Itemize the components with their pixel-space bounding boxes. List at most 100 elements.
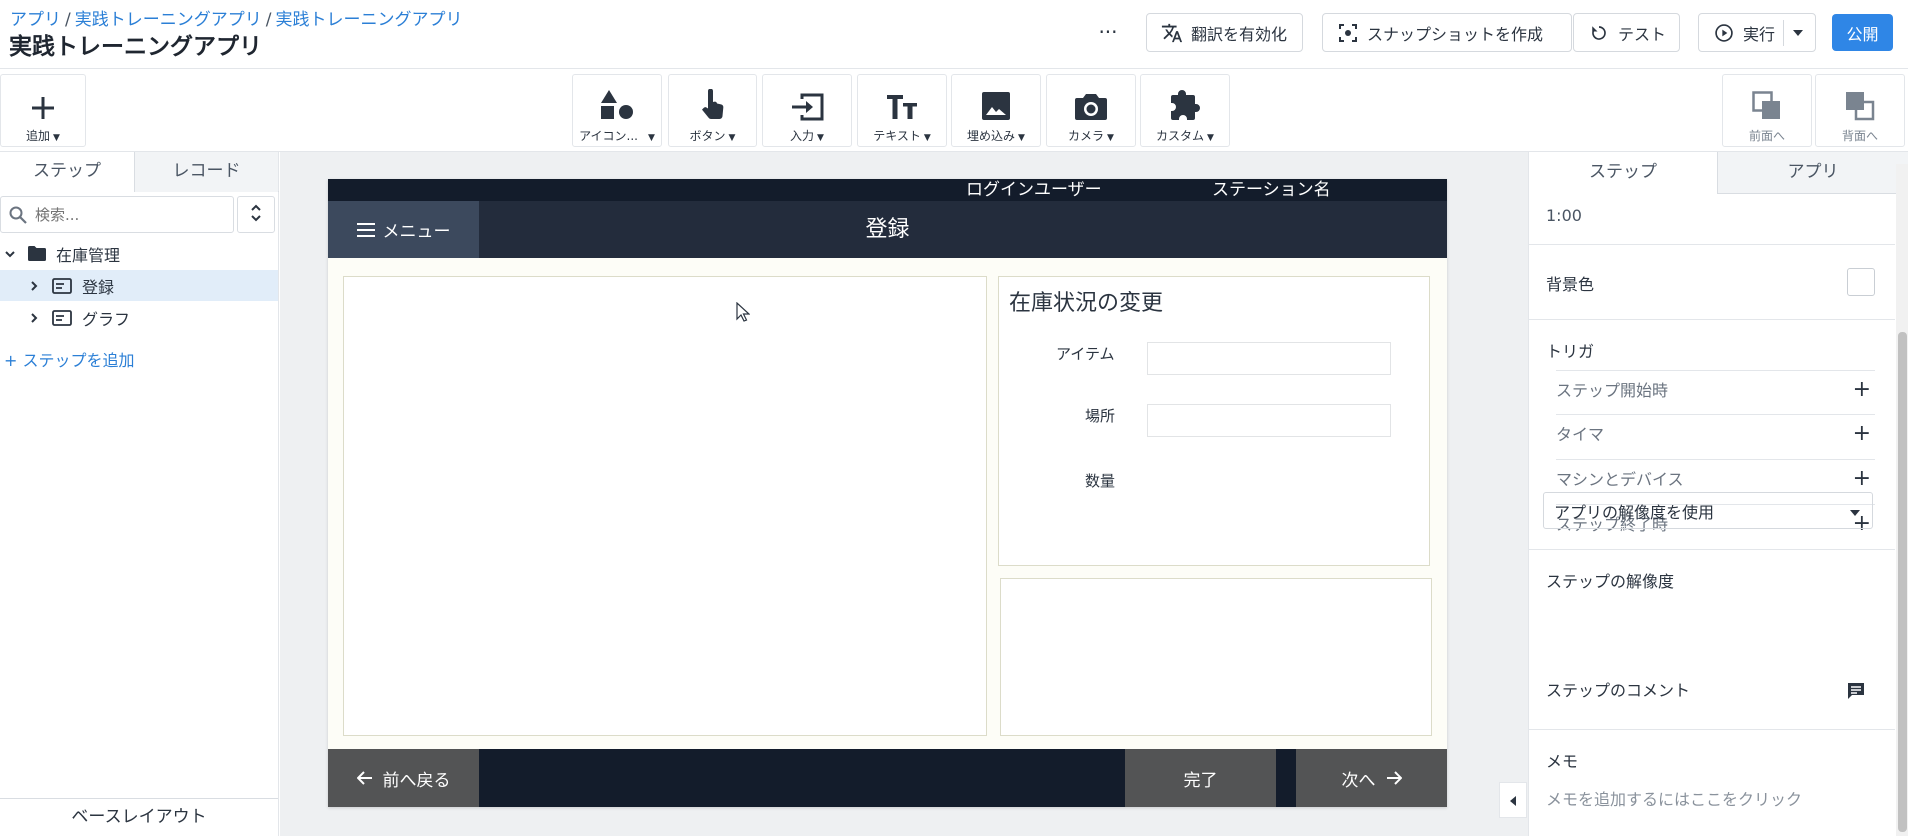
resolution-select[interactable]: アプリの解像度を使用	[1543, 492, 1873, 529]
run-dropdown-caret-icon[interactable]	[1792, 14, 1804, 51]
chevron-down-icon	[1850, 501, 1860, 520]
app-root: アプリ / 実践トレーニングアプリ / 実践トレーニングアプリ 実践トレーニングアプリ …	[0, 0, 1908, 836]
embed-tool[interactable]: 埋め込み ▼	[951, 74, 1041, 147]
right-panel-scroll-thumb[interactable]	[1898, 332, 1907, 832]
hamburger-icon	[356, 222, 375, 237]
publish-button[interactable]: 公開	[1832, 14, 1893, 51]
send-back-label: 背面へ	[1841, 129, 1878, 143]
embed-tool-label: 埋め込み	[967, 129, 1016, 143]
shapes-label: アイコン...	[579, 129, 638, 143]
memo-placeholder[interactable]: メモを追加するにはここをクリック	[1546, 786, 1802, 810]
add-label: 追加	[26, 129, 51, 143]
collapse-right-panel-button[interactable]	[1499, 782, 1527, 818]
inventory-form-panel[interactable]: 在庫状況の変更 アイテム 場所 数量	[998, 276, 1430, 566]
trigger-step-start[interactable]: ステップ開始時 +	[1556, 370, 1875, 407]
input-tool-label: 入力	[790, 129, 815, 143]
arrow-right-icon	[1386, 771, 1402, 785]
bg-color-label: 背景色	[1546, 275, 1595, 294]
add-step-link[interactable]: + ステップを追加	[4, 347, 135, 371]
chevron-right-icon[interactable]	[28, 280, 40, 292]
test-label: テスト	[1618, 24, 1667, 44]
right-tabs: ステップ アプリ	[1529, 152, 1908, 194]
text-tool[interactable]: テキスト ▼	[857, 74, 947, 147]
folder-label: 在庫管理	[56, 245, 121, 265]
base-layout-button[interactable]: ベースレイアウト	[0, 798, 278, 836]
enable-translation-label: 翻訳を有効化	[1191, 24, 1288, 44]
camera-tool-label: カメラ	[1068, 129, 1105, 143]
more-options-button[interactable]: ···	[1096, 14, 1120, 50]
input-tool[interactable]: 入力 ▼	[762, 74, 852, 147]
menu-label: メニュー	[382, 222, 451, 242]
widget-toolbar: 追加 ▼ アイコン... ▼ ボタン ▼ 入力 ▼ テキスト ▼ 埋め込み ▼ …	[0, 69, 1908, 152]
item-label: アイテム	[1056, 345, 1115, 363]
comment-icon[interactable]	[1847, 682, 1865, 700]
trigger-machines-devices[interactable]: マシンとデバイス +	[1556, 459, 1875, 496]
add-button[interactable]: 追加 ▼	[0, 74, 86, 147]
create-snapshot-button[interactable]: スナップショットを作成	[1322, 13, 1572, 52]
play-circle-icon	[1713, 22, 1735, 44]
back-button[interactable]: 前へ戻る	[328, 749, 479, 807]
left-content-panel[interactable]	[343, 276, 987, 736]
pointer-hand-icon	[700, 81, 726, 121]
mouse-cursor-icon	[736, 301, 751, 326]
camera-tool[interactable]: カメラ ▼	[1046, 74, 1136, 147]
quantity-label: 数量	[1085, 472, 1116, 490]
run-button[interactable]: 実行	[1698, 13, 1816, 52]
tab-records[interactable]: レコード	[135, 152, 278, 192]
custom-tool[interactable]: カスタム ▼	[1140, 74, 1230, 147]
tree-folder-inventory[interactable]: 在庫管理	[0, 238, 278, 269]
translate-icon	[1161, 22, 1183, 44]
plus-icon[interactable]: +	[1853, 466, 1871, 491]
memo-label: メモ	[1546, 752, 1579, 771]
step-label-graph: グラフ	[82, 309, 131, 329]
navigation-bar: 前へ戻る 完了 次へ	[328, 749, 1447, 807]
bg-color-swatch[interactable]	[1847, 268, 1875, 296]
tab-app-settings[interactable]: アプリ	[1718, 152, 1908, 194]
plus-icon[interactable]: +	[1853, 377, 1871, 402]
station-name-label: ステーション名	[1212, 180, 1331, 200]
right-sidebar: ステップ アプリ 1:00 背景色 トリガ ステップ開始時 + タイマ + マシンと…	[1528, 152, 1908, 836]
shapes-icon	[600, 81, 634, 121]
next-button[interactable]: 次へ	[1296, 749, 1447, 807]
button-tool[interactable]: ボタン ▼	[668, 74, 757, 147]
left-sidebar: ステップ レコード 在庫管理	[0, 152, 279, 836]
step-icon	[52, 277, 72, 294]
trigger-timer[interactable]: タイマ +	[1556, 414, 1875, 451]
complete-button[interactable]: 完了	[1125, 749, 1276, 807]
trigger-machines-label: マシンとデバイス	[1556, 470, 1684, 489]
form-title: 在庫状況の変更	[1009, 291, 1164, 316]
tree-step-register[interactable]: 登録	[0, 270, 278, 301]
back-label: 前へ戻る	[382, 770, 451, 791]
plus-icon[interactable]: +	[1853, 421, 1871, 446]
breadcrumb-version-link[interactable]: 実践トレーニングアプリ	[275, 10, 462, 30]
bottom-right-panel[interactable]	[1000, 578, 1432, 736]
sort-button[interactable]	[237, 196, 275, 233]
chevron-right-icon[interactable]	[28, 312, 40, 324]
triggers-label: トリガ	[1546, 342, 1595, 361]
location-input[interactable]	[1147, 404, 1391, 437]
step-icon	[52, 309, 72, 326]
breadcrumb-separator: /	[265, 10, 272, 30]
test-button[interactable]: テスト	[1573, 13, 1680, 52]
trigger-step-start-label: ステップ開始時	[1556, 381, 1669, 400]
next-label: 次へ	[1341, 770, 1376, 791]
button-tool-label: ボタン	[689, 129, 726, 143]
menu-button[interactable]: メニュー	[328, 201, 479, 258]
bring-to-front-button[interactable]: 前面へ	[1722, 74, 1812, 147]
enable-translation-button[interactable]: 翻訳を有効化	[1146, 13, 1303, 52]
left-tabs: ステップ レコード	[0, 152, 279, 192]
sort-icon	[250, 203, 262, 227]
bring-front-icon	[1752, 81, 1782, 121]
send-to-back-button[interactable]: 背面へ	[1815, 74, 1905, 147]
search-box	[0, 196, 234, 233]
chevron-down-icon[interactable]	[4, 248, 16, 260]
shapes-tool[interactable]: アイコン... ▼	[572, 74, 662, 147]
tab-steps[interactable]: ステップ	[0, 152, 135, 192]
item-input[interactable]	[1147, 342, 1391, 375]
tree-step-graph[interactable]: グラフ	[0, 302, 278, 333]
status-bar: ログインユーザー ステーション名	[328, 179, 1447, 201]
search-input[interactable]	[35, 205, 215, 224]
tab-step-settings[interactable]: ステップ	[1529, 152, 1718, 194]
run-divider	[1783, 20, 1784, 46]
step-label-register: 登録	[82, 277, 115, 297]
